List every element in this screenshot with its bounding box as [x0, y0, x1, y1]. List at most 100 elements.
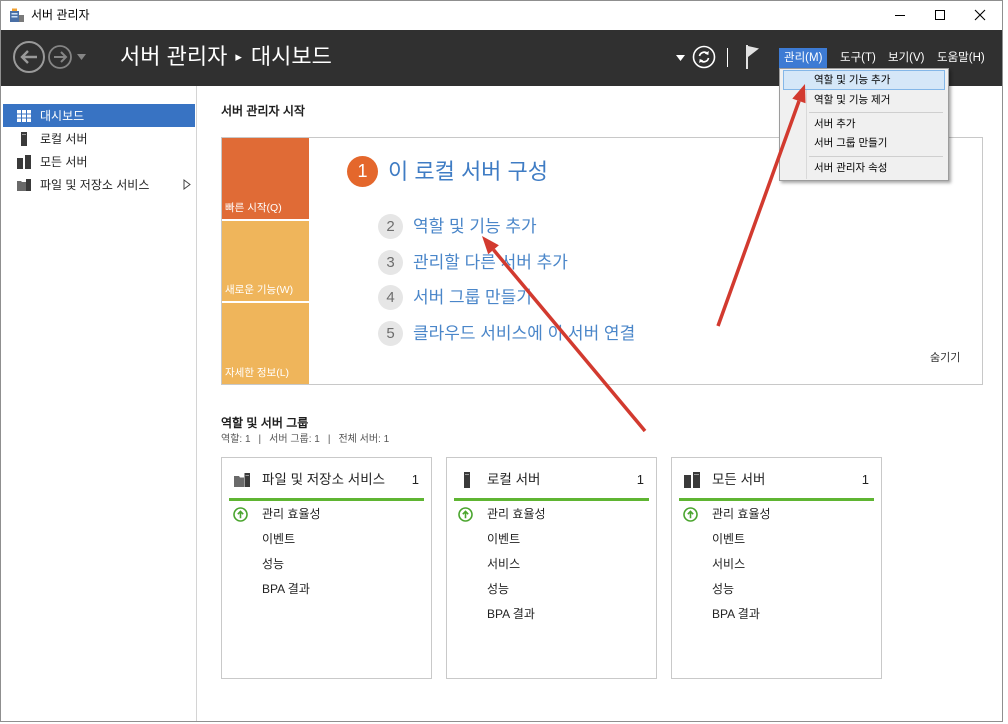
- menu-separator: [809, 112, 943, 113]
- refresh-dropdown-icon[interactable]: [676, 55, 685, 61]
- roles-heading: 역할 및 서버 그룹: [221, 416, 309, 430]
- connect-cloud-services-link[interactable]: 클라우드 서비스에 이 서버 연결: [413, 321, 635, 346]
- maximize-icon: [935, 10, 945, 20]
- expand-arrow-icon[interactable]: [183, 179, 191, 190]
- breadcrumb-current: 대시보드: [250, 44, 332, 69]
- status-ok-icon: [683, 507, 698, 522]
- menu-help[interactable]: 도움말(H): [932, 48, 990, 68]
- status-ok-icon: [458, 507, 473, 522]
- menu-item-server-manager-properties[interactable]: 서버 관리자 속성: [783, 158, 945, 178]
- total-servers-count: 전체 서버: 1: [338, 434, 390, 445]
- role-tile-title-text: 로컬 서버: [487, 472, 541, 487]
- role-tile-title[interactable]: 파일 및 저장소 서비스: [262, 462, 400, 498]
- quick-start-tab[interactable]: 빠른 시작(Q): [222, 138, 309, 219]
- step-number-badge: 2: [378, 214, 403, 239]
- services-link[interactable]: 서비스: [712, 554, 745, 574]
- summary-separator: |: [258, 434, 262, 445]
- sidebar: 대시보드 로컬 서버 모든 서버 파일 및 저장소 서비스: [0, 86, 197, 722]
- roles-summary: 역할: 1 | 서버 그룹: 1 | 전체 서버: 1: [221, 433, 389, 447]
- add-roles-features-link[interactable]: 역할 및 기능 추가: [413, 214, 537, 239]
- all-servers-icon: [17, 154, 31, 169]
- manageability-link[interactable]: 관리 효율성: [712, 504, 771, 524]
- whats-new-tab-label: 새로운 기능(W): [225, 284, 294, 296]
- menu-item-create-server-group[interactable]: 서버 그룹 만들기: [783, 133, 945, 153]
- close-button[interactable]: [960, 0, 1000, 30]
- sidebar-item-label: 대시보드: [40, 109, 85, 123]
- refresh-icon[interactable]: [692, 45, 716, 69]
- sidebar-item-local-server[interactable]: 로컬 서버: [3, 127, 195, 150]
- welcome-heading: 서버 관리자 시작: [221, 104, 305, 118]
- step-number-badge: 1: [347, 156, 378, 187]
- role-tile-title[interactable]: 모든 서버: [712, 462, 850, 498]
- local-server-icon: [464, 472, 470, 488]
- server-groups-count: 서버 그룹: 1: [269, 434, 320, 445]
- summary-separator: |: [327, 434, 331, 445]
- menu-separator: [809, 156, 943, 157]
- status-ok-icon: [233, 507, 248, 522]
- roles-count: 역할: 1: [221, 434, 251, 445]
- role-tile-title[interactable]: 로컬 서버: [487, 462, 625, 498]
- step-number-badge: 5: [378, 321, 403, 346]
- status-bar: [679, 498, 874, 501]
- learn-more-tab-label: 자세한 정보(L): [225, 367, 290, 379]
- forward-arrow-icon[interactable]: [47, 44, 73, 70]
- file-storage-icon: [17, 178, 31, 191]
- role-tile-local-server: 로컬 서버 1 관리 효율성 이벤트 서비스 성능 BPA 결과: [446, 457, 657, 679]
- step-number-badge: 4: [378, 285, 403, 310]
- all-servers-icon: [684, 472, 700, 488]
- breadcrumb-separator: ▸: [235, 49, 242, 64]
- performance-link[interactable]: 성능: [262, 554, 284, 574]
- sidebar-item-label: 모든 서버: [40, 155, 88, 169]
- sidebar-item-all-servers[interactable]: 모든 서버: [3, 150, 195, 173]
- sidebar-item-label: 로컬 서버: [40, 132, 88, 146]
- role-tile-count: 1: [636, 472, 644, 487]
- bpa-results-link[interactable]: BPA 결과: [262, 579, 310, 599]
- configure-local-server-link[interactable]: 이 로컬 서버 구성: [388, 156, 548, 187]
- minimize-icon: [895, 15, 905, 16]
- events-link[interactable]: 이벤트: [262, 529, 295, 549]
- breadcrumb: 서버 관리자 ▸ 대시보드: [120, 30, 332, 86]
- title-bar: 서버 관리자: [0, 0, 1003, 30]
- menu-item-add-servers[interactable]: 서버 추가: [783, 114, 945, 134]
- server-manager-app-icon: [10, 8, 24, 22]
- role-tile-all-servers: 모든 서버 1 관리 효율성 이벤트 서비스 성능 BPA 결과: [671, 457, 882, 679]
- role-tile-count: 1: [861, 472, 869, 487]
- history-dropdown-icon[interactable]: [77, 54, 86, 60]
- breadcrumb-root[interactable]: 서버 관리자: [120, 44, 227, 69]
- dashboard-icon: [17, 109, 31, 122]
- maximize-button[interactable]: [920, 0, 960, 30]
- bpa-results-link[interactable]: BPA 결과: [487, 604, 535, 624]
- performance-link[interactable]: 성능: [487, 579, 509, 599]
- learn-more-tab[interactable]: 자세한 정보(L): [222, 303, 309, 384]
- close-icon: [974, 9, 986, 21]
- status-bar: [454, 498, 649, 501]
- create-server-group-link[interactable]: 서버 그룹 만들기: [413, 285, 532, 310]
- manage-menu-dropdown: 역할 및 기능 추가 역할 및 기능 제거 서버 추가 서버 그룹 만들기 서버…: [779, 68, 949, 181]
- server-manager-window: 서버 관리자 서버 관리자 ▸ 대시보드 관리(M) 도구(T) 보기(V) 도…: [0, 0, 1003, 722]
- sidebar-item-dashboard[interactable]: 대시보드: [3, 104, 195, 127]
- menu-item-add-roles-features[interactable]: 역할 및 기능 추가: [783, 70, 945, 90]
- menu-manage[interactable]: 관리(M): [779, 48, 828, 68]
- quick-start-tab-label: 빠른 시작(Q): [225, 202, 282, 214]
- events-link[interactable]: 이벤트: [487, 529, 520, 549]
- hide-link[interactable]: 숨기기: [930, 351, 960, 365]
- back-arrow-icon[interactable]: [12, 40, 46, 74]
- sidebar-item-file-storage-services[interactable]: 파일 및 저장소 서비스: [3, 173, 195, 196]
- notifications-flag-icon[interactable]: [744, 45, 762, 69]
- performance-link[interactable]: 성능: [712, 579, 734, 599]
- services-link[interactable]: 서비스: [487, 554, 520, 574]
- file-storage-icon: [234, 473, 250, 487]
- menu-view[interactable]: 보기(V): [883, 48, 930, 68]
- menu-tools[interactable]: 도구(T): [835, 48, 881, 68]
- bpa-results-link[interactable]: BPA 결과: [712, 604, 760, 624]
- minimize-button[interactable]: [880, 0, 920, 30]
- add-other-servers-link[interactable]: 관리할 다른 서버 추가: [413, 250, 568, 275]
- events-link[interactable]: 이벤트: [712, 529, 745, 549]
- menu-item-remove-roles-features[interactable]: 역할 및 기능 제거: [783, 90, 945, 110]
- status-bar: [229, 498, 424, 501]
- local-server-icon: [21, 131, 27, 146]
- whats-new-tab[interactable]: 새로운 기능(W): [222, 221, 309, 301]
- manageability-link[interactable]: 관리 효율성: [487, 504, 546, 524]
- step-number-badge: 3: [378, 250, 403, 275]
- manageability-link[interactable]: 관리 효율성: [262, 504, 321, 524]
